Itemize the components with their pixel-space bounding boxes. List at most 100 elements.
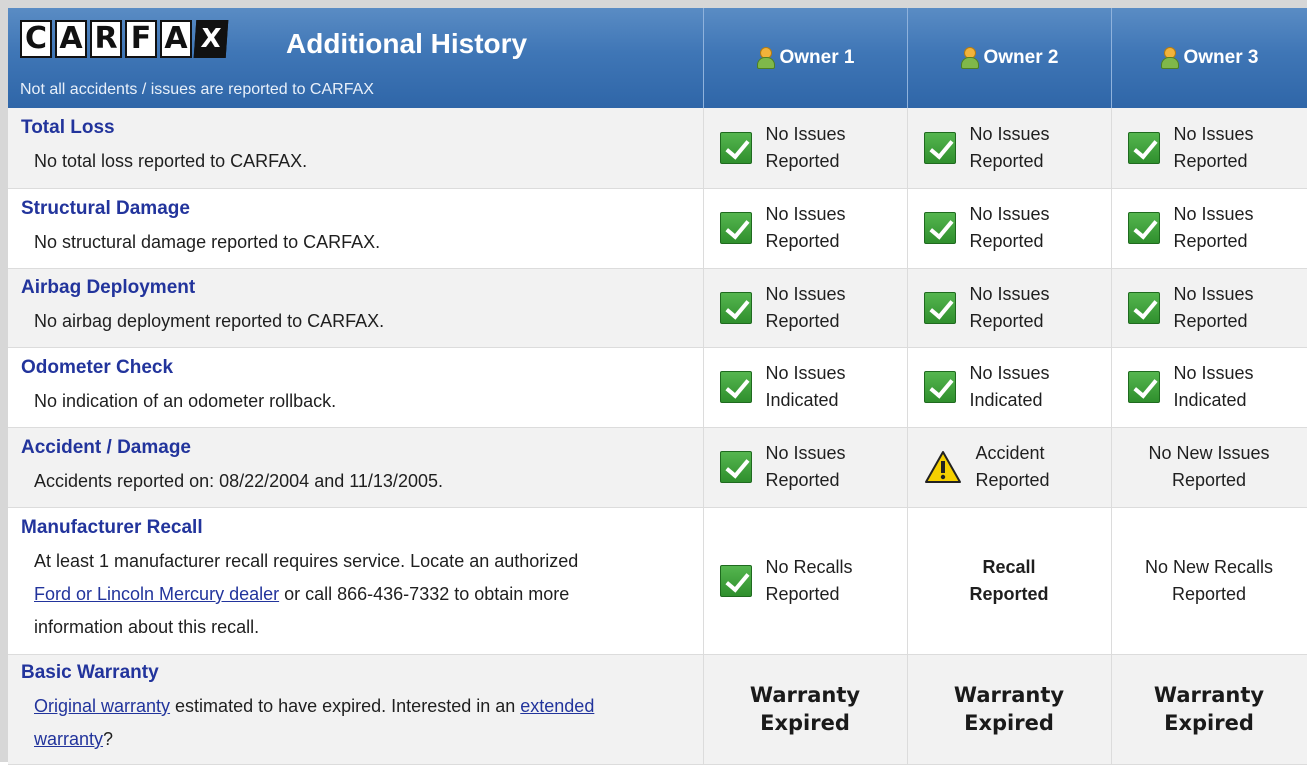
status-line: Recall (982, 556, 1036, 577)
owner-1-status: No Issues Reported (703, 188, 908, 269)
owner-2-status: No Issues Reported (907, 188, 1112, 269)
owner-1-status: Warranty Expired (703, 654, 908, 765)
header-brand-cell: C A R F A X Additional History Not all a… (8, 8, 704, 108)
green-check-icon (1127, 131, 1160, 164)
owner-label: Owner 1 (779, 47, 855, 68)
extended-warranty-link[interactable]: warranty (34, 729, 103, 749)
owner-3-status: No Issues Reported (1111, 108, 1307, 189)
header-row: C A R F A X Additional History Not all a… (8, 8, 1307, 108)
person-icon (960, 47, 979, 69)
owner-1-header: Owner 1 (703, 8, 908, 108)
row-label-cell: Structural Damage No structural damage r… (8, 188, 704, 269)
green-check-icon (719, 564, 752, 597)
status-line: No Issues (969, 363, 1050, 383)
section-title: Additional History (286, 28, 528, 59)
status-line: Warranty (749, 683, 861, 707)
status-line: Expired (760, 711, 850, 735)
status-line: No Issues (765, 123, 846, 144)
warning-triangle-icon (924, 450, 962, 484)
status-line: No Issues (765, 363, 846, 383)
status-line: Indicated (969, 390, 1043, 410)
row-title: Odometer Check (21, 356, 174, 378)
owner-label: Owner 2 (983, 47, 1059, 68)
green-check-icon (719, 131, 752, 164)
person-icon (756, 47, 775, 69)
row-description: No airbag deployment reported to CARFAX. (34, 311, 385, 331)
status-line: No Issues (969, 283, 1050, 304)
status-line: Reported (1173, 231, 1248, 251)
owner-3-status: No Issues Indicated (1111, 347, 1307, 428)
owner-1-status: No Issues Reported (703, 108, 908, 189)
desc-text: ? (103, 729, 114, 749)
status-line: Reported (969, 583, 1049, 604)
owner-1-status: No Recalls Reported (703, 507, 908, 655)
owner-1-status: No Issues Reported (703, 268, 908, 348)
owner-1-status: No Issues Reported (703, 427, 908, 508)
green-check-icon (719, 371, 752, 403)
status-line: Warranty (1153, 683, 1265, 707)
row-description: No indication of an odometer rollback. (34, 390, 337, 411)
status-line: Reported (969, 310, 1044, 331)
row-description: Accidents reported on: 08/22/2004 and 11… (34, 470, 443, 491)
status-line: No Recalls (765, 556, 853, 577)
owner-3-header: Owner 3 (1111, 8, 1307, 108)
owner-3-status: No Issues Reported (1111, 188, 1307, 269)
desc-text: information about this recall. (34, 617, 260, 637)
original-warranty-link[interactable]: Original warranty (34, 696, 170, 716)
logo-letter: X (193, 20, 229, 58)
extended-warranty-link[interactable]: extended (520, 696, 594, 716)
row-label-cell: Airbag Deployment No airbag deployment r… (8, 268, 704, 348)
status-line: No Issues (969, 123, 1050, 144)
owner-2-status: No Issues Reported (907, 268, 1112, 348)
status-line: Reported (969, 150, 1044, 171)
status-line: No Issues (1173, 204, 1254, 224)
owner-3-status: No Issues Reported (1111, 268, 1307, 348)
owner-2-status: Recall Reported (907, 507, 1112, 655)
history-row-airbag-deployment: Airbag Deployment No airbag deployment r… (8, 268, 1307, 348)
logo-letter: A (55, 20, 87, 58)
row-title: Manufacturer Recall (21, 517, 203, 538)
history-row-structural-damage: Structural Damage No structural damage r… (8, 188, 1307, 269)
logo-letter: R (90, 20, 122, 58)
status-line: Expired (964, 711, 1054, 735)
carfax-additional-history-panel: C A R F A X Additional History Not all a… (0, 0, 1307, 765)
status-line: No Issues (1173, 283, 1254, 304)
owner-label: Owner 3 (1183, 47, 1259, 68)
owner-3-status: Warranty Expired (1111, 654, 1307, 765)
row-label-cell: Accident / Damage Accidents reported on:… (8, 427, 704, 508)
row-description: Original warranty estimated to have expi… (21, 690, 693, 756)
history-row-manufacturer-recall: Manufacturer Recall At least 1 manufactu… (8, 507, 1307, 655)
green-check-icon (719, 212, 752, 244)
row-label-cell: Odometer Check No indication of an odome… (8, 347, 704, 428)
status-line: Indicated (765, 390, 839, 410)
status-line: Reported (765, 150, 840, 171)
green-check-icon (1127, 212, 1160, 244)
dealer-link[interactable]: Ford or Lincoln Mercury dealer (34, 584, 279, 604)
status-line: No Issues (1173, 123, 1254, 144)
history-row-basic-warranty: Basic Warranty Original warranty estimat… (8, 654, 1307, 765)
row-label-cell: Basic Warranty Original warranty estimat… (8, 654, 704, 765)
status-line: No Issues (1173, 363, 1254, 383)
status-line: No New Issues (1148, 443, 1270, 463)
green-check-icon (923, 212, 956, 244)
logo-letter: F (125, 20, 157, 58)
history-table: C A R F A X Additional History Not all a… (8, 8, 1307, 765)
owner-2-status: No Issues Reported (907, 108, 1112, 189)
green-check-icon (719, 291, 752, 324)
person-icon (1160, 47, 1179, 69)
row-title: Accident / Damage (21, 436, 191, 458)
status-line: Reported (765, 470, 840, 490)
green-check-icon (923, 291, 956, 324)
owner-3-status: No New Recalls Reported (1111, 507, 1307, 655)
status-line: Expired (1164, 711, 1254, 735)
green-check-icon (1127, 291, 1160, 324)
row-title: Basic Warranty (21, 662, 159, 683)
status-line: Reported (765, 310, 840, 331)
desc-text: or call 866-436-7332 to obtain more (279, 584, 570, 604)
green-check-icon (1127, 371, 1160, 403)
owner-2-status: Warranty Expired (907, 654, 1112, 765)
status-line: No New Recalls (1144, 556, 1274, 577)
row-label-cell: Total Loss No total loss reported to CAR… (8, 108, 704, 189)
owner-2-status: No Issues Indicated (907, 347, 1112, 428)
owner-2-status: Accident Reported (907, 427, 1112, 508)
